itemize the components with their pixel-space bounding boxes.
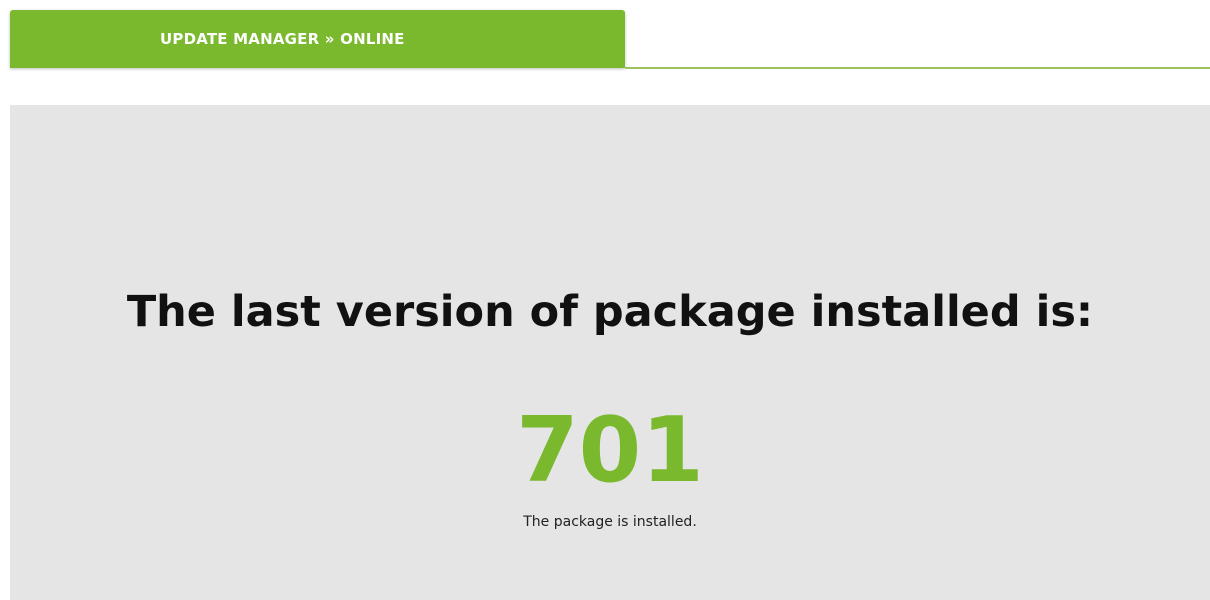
tab-label: UPDATE MANAGER » ONLINE (160, 30, 405, 48)
tab-update-manager-online[interactable]: UPDATE MANAGER » ONLINE (10, 10, 625, 68)
tab-bar: UPDATE MANAGER » ONLINE (10, 10, 1210, 70)
tab-underline-divider (625, 67, 1210, 69)
content-panel: The last version of package installed is… (10, 105, 1210, 600)
update-manager-page: UPDATE MANAGER » ONLINE The last version… (0, 0, 1210, 600)
page-headline: The last version of package installed is… (126, 287, 1094, 337)
version-number: 701 (516, 398, 704, 503)
install-status-text: The package is installed. (523, 514, 697, 530)
